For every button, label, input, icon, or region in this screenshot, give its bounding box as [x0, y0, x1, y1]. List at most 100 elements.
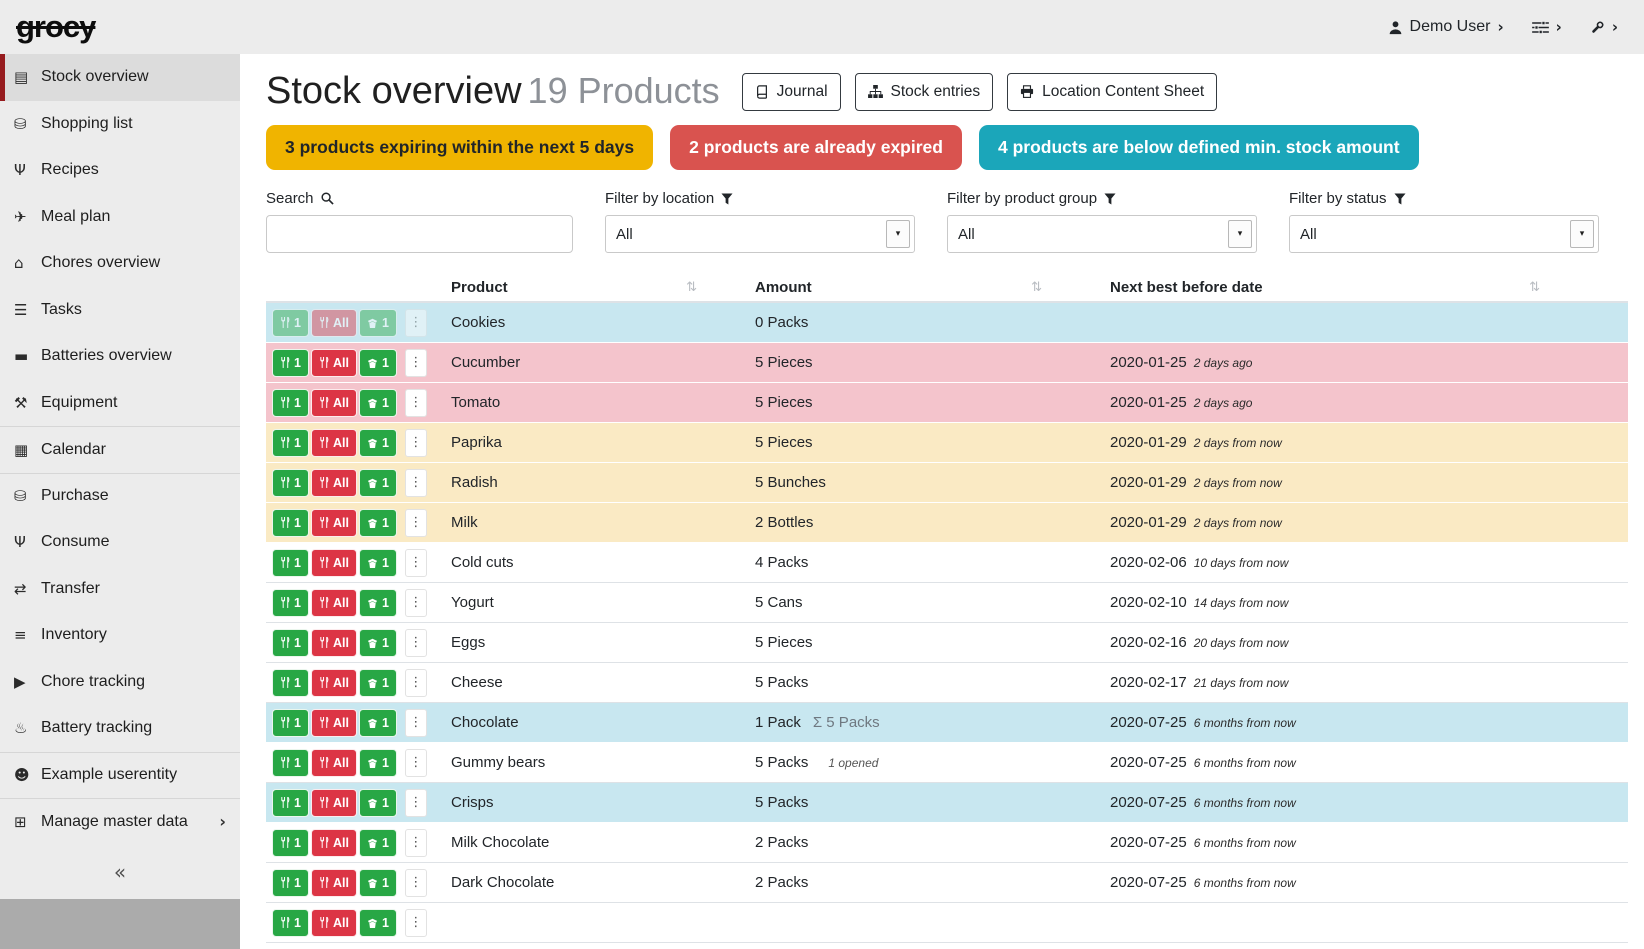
row-menu-button[interactable]: ⋮: [405, 789, 427, 817]
consume-one-button[interactable]: 1: [272, 469, 309, 497]
product-column-header[interactable]: Product ⇅: [451, 279, 755, 296]
open-one-button[interactable]: 1: [359, 909, 397, 937]
app-logo[interactable]: grocy: [16, 9, 95, 45]
consume-one-button[interactable]: 1: [272, 749, 309, 777]
row-menu-button[interactable]: ⋮: [405, 709, 427, 737]
consume-one-button[interactable]: 1: [272, 389, 309, 417]
consume-all-button[interactable]: All: [311, 909, 357, 937]
consume-all-button[interactable]: All: [311, 389, 357, 417]
consume-all-button[interactable]: All: [311, 789, 357, 817]
row-menu-button[interactable]: ⋮: [405, 549, 427, 577]
consume-one-button[interactable]: 1: [272, 349, 309, 377]
sidebar-item-meal-plan[interactable]: ✈ Meal plan: [0, 194, 240, 241]
sidebar-item-tasks[interactable]: ☰ Tasks: [0, 287, 240, 334]
consume-one-button[interactable]: 1: [272, 629, 309, 657]
open-one-button[interactable]: 1: [359, 469, 397, 497]
sidebar-item-purchase[interactable]: ⛁ Purchase: [0, 473, 240, 520]
below-min-stock-banner[interactable]: 4 products are below defined min. stock …: [979, 125, 1419, 170]
open-one-button[interactable]: 1: [359, 789, 397, 817]
product-group-select[interactable]: All ▾: [947, 215, 1257, 253]
sidebar-item-chore-tracking[interactable]: ▶ Chore tracking: [0, 659, 240, 706]
row-menu-button[interactable]: ⋮: [405, 349, 427, 377]
row-menu-button[interactable]: ⋮: [405, 589, 427, 617]
consume-all-button[interactable]: All: [311, 549, 357, 577]
search-input[interactable]: [266, 215, 573, 253]
consume-all-button[interactable]: All: [311, 429, 357, 457]
consume-one-button[interactable]: 1: [272, 309, 309, 337]
open-one-button[interactable]: 1: [359, 509, 397, 537]
consume-all-button[interactable]: All: [311, 349, 357, 377]
row-menu-button[interactable]: ⋮: [405, 429, 427, 457]
consume-one-button[interactable]: 1: [272, 789, 309, 817]
consume-all-button[interactable]: All: [311, 469, 357, 497]
sidebar-item-chores-overview[interactable]: ⌂ Chores overview: [0, 240, 240, 287]
row-menu-button[interactable]: ⋮: [405, 389, 427, 417]
user-menu[interactable]: Demo User ›: [1388, 18, 1504, 36]
open-one-button[interactable]: 1: [359, 669, 397, 697]
sidebar-item-recipes[interactable]: Ψ Recipes: [0, 147, 240, 194]
open-one-button[interactable]: 1: [359, 709, 397, 737]
sidebar-item-transfer[interactable]: ⇄ Transfer: [0, 566, 240, 613]
journal-button[interactable]: Journal: [742, 73, 841, 111]
open-one-button[interactable]: 1: [359, 589, 397, 617]
row-menu-button[interactable]: ⋮: [405, 629, 427, 657]
sidebar-item-equipment[interactable]: ⚒ Equipment: [0, 380, 240, 427]
row-menu-button[interactable]: ⋮: [405, 309, 427, 337]
consume-all-button[interactable]: All: [311, 509, 357, 537]
consume-all-button[interactable]: All: [311, 709, 357, 737]
row-menu-button[interactable]: ⋮: [405, 909, 427, 937]
sidebar-item-example-userentity[interactable]: ☻ Example userentity: [0, 752, 240, 799]
open-one-button[interactable]: 1: [359, 429, 397, 457]
consume-one-button[interactable]: 1: [272, 829, 309, 857]
stock-entries-button[interactable]: Stock entries: [855, 73, 994, 111]
amount-column-header[interactable]: Amount ⇅: [755, 279, 1110, 296]
sidebar-item-consume[interactable]: Ψ Consume: [0, 519, 240, 566]
row-menu-button[interactable]: ⋮: [405, 469, 427, 497]
open-one-button[interactable]: 1: [359, 309, 397, 337]
consume-one-button[interactable]: 1: [272, 709, 309, 737]
location-select[interactable]: All ▾: [605, 215, 915, 253]
consume-all-button[interactable]: All: [311, 669, 357, 697]
consume-all-button[interactable]: All: [311, 869, 357, 897]
sidebar-item-stock-overview[interactable]: ▤ Stock overview: [0, 54, 240, 101]
consume-one-button[interactable]: 1: [272, 669, 309, 697]
open-one-button[interactable]: 1: [359, 829, 397, 857]
settings-menu[interactable]: ›: [1532, 18, 1562, 36]
row-menu-button[interactable]: ⋮: [405, 749, 427, 777]
open-one-button[interactable]: 1: [359, 629, 397, 657]
consume-all-button[interactable]: All: [311, 309, 357, 337]
sidebar-item-inventory[interactable]: ≡ Inventory: [0, 612, 240, 659]
consume-one-button[interactable]: 1: [272, 549, 309, 577]
open-one-button[interactable]: 1: [359, 749, 397, 777]
open-one-button[interactable]: 1: [359, 549, 397, 577]
open-one-button[interactable]: 1: [359, 389, 397, 417]
row-menu-button[interactable]: ⋮: [405, 669, 427, 697]
consume-all-button[interactable]: All: [311, 829, 357, 857]
consume-one-button[interactable]: 1: [272, 589, 309, 617]
consume-one-button[interactable]: 1: [272, 909, 309, 937]
expired-banner[interactable]: 2 products are already expired: [670, 125, 962, 170]
sidebar-item-shopping-list[interactable]: ⛁ Shopping list: [0, 101, 240, 148]
status-select[interactable]: All ▾: [1289, 215, 1599, 253]
sidebar-item-calendar[interactable]: ▦ Calendar: [0, 426, 240, 473]
open-one-button[interactable]: 1: [359, 869, 397, 897]
sidebar-item-battery-tracking[interactable]: ♨ Battery tracking: [0, 705, 240, 752]
sidebar-item-manage-master-data[interactable]: ⊞ Manage master data ›: [0, 798, 240, 845]
consume-all-button[interactable]: All: [311, 589, 357, 617]
expiring-banner[interactable]: 3 products expiring within the next 5 da…: [266, 125, 653, 170]
row-menu-button[interactable]: ⋮: [405, 869, 427, 897]
consume-one-button[interactable]: 1: [272, 429, 309, 457]
open-one-button[interactable]: 1: [359, 349, 397, 377]
row-menu-button[interactable]: ⋮: [405, 509, 427, 537]
paper-plane-icon: ✈: [14, 208, 41, 226]
row-menu-button[interactable]: ⋮: [405, 829, 427, 857]
admin-menu[interactable]: ›: [1590, 18, 1618, 36]
sidebar-item-batteries-overview[interactable]: ▬ Batteries overview: [0, 333, 240, 380]
consume-one-button[interactable]: 1: [272, 509, 309, 537]
consume-all-button[interactable]: All: [311, 749, 357, 777]
location-content-sheet-button[interactable]: Location Content Sheet: [1007, 73, 1217, 111]
sidebar-collapse-button[interactable]: «: [0, 845, 240, 899]
best-before-column-header[interactable]: Next best before date ⇅: [1110, 279, 1628, 296]
consume-all-button[interactable]: All: [311, 629, 357, 657]
consume-one-button[interactable]: 1: [272, 869, 309, 897]
